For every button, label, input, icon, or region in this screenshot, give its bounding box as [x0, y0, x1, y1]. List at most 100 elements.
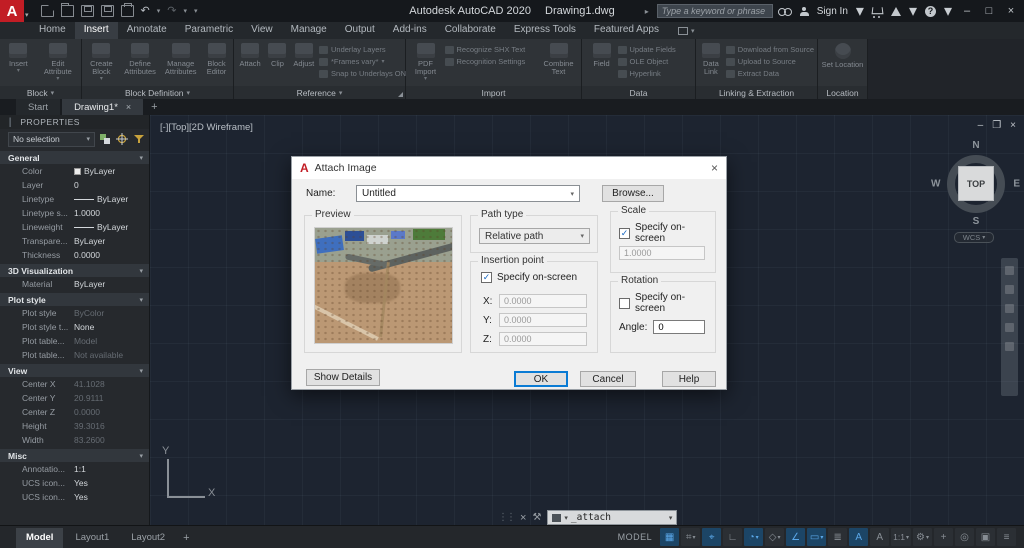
layout-tab-model[interactable]: Model	[16, 528, 63, 548]
new-file-icon[interactable]	[41, 5, 54, 17]
minimize-button[interactable]: –	[960, 5, 974, 17]
compass-south[interactable]: S	[973, 216, 980, 227]
z-input[interactable]: 0.0000	[499, 332, 587, 346]
tab-manage[interactable]: Manage	[282, 22, 336, 39]
prop-row-height[interactable]: Height 39.3016	[0, 419, 149, 433]
prop-row-plot-table-type[interactable]: Plot table... Not available	[0, 348, 149, 362]
command-line-grip[interactable]: ⋮⋮	[498, 512, 514, 523]
tab-express-tools[interactable]: Express Tools	[505, 22, 585, 39]
ortho-mode-toggle[interactable]: ∟	[723, 528, 742, 546]
doc-restore-button[interactable]: ❐	[992, 121, 1001, 131]
open-file-icon[interactable]	[61, 5, 74, 17]
manage-attributes-button[interactable]: Manage Attributes	[161, 41, 200, 86]
prop-row-material[interactable]: Material ByLayer	[0, 277, 149, 291]
panel-label-data[interactable]: Data	[582, 86, 695, 99]
tab-output[interactable]: Output	[336, 22, 384, 39]
tab-collaborate[interactable]: Collaborate	[436, 22, 505, 39]
define-attributes-button[interactable]: Define Attributes	[121, 41, 160, 86]
viewport-controls[interactable]: [-][Top][2D Wireframe]	[160, 122, 253, 133]
doc-close-button[interactable]: ×	[1010, 121, 1016, 131]
y-input[interactable]: 0.0000	[499, 313, 587, 327]
app-store-cart-icon[interactable]	[872, 7, 883, 16]
redo-icon[interactable]: ↷	[167, 6, 176, 17]
help-caret-icon[interactable]: ▾	[944, 1, 952, 21]
prop-row-color[interactable]: Color ByLayer	[0, 164, 149, 178]
name-dropdown[interactable]: Untitled ▾	[356, 185, 580, 202]
help-icon[interactable]: ?	[925, 6, 936, 17]
app-menu-caret-icon[interactable]: ▾	[25, 11, 29, 19]
panel-label-block-definition[interactable]: Block Definition ▾	[82, 86, 233, 99]
compass-west[interactable]: W	[931, 179, 940, 190]
ok-button[interactable]: OK	[514, 371, 568, 387]
dialog-launcher-icon[interactable]	[398, 92, 403, 97]
sign-in-caret-icon[interactable]: ▾	[856, 1, 864, 21]
dialog-title-bar[interactable]: A Attach Image ×	[292, 157, 726, 179]
recognition-settings-button[interactable]: Recognition Settings	[445, 57, 537, 66]
command-close-icon[interactable]: ×	[520, 512, 526, 524]
wcs-menu[interactable]: WCS ▾	[954, 232, 994, 243]
section-misc[interactable]: Misc ▾	[0, 449, 149, 462]
plot-icon[interactable]	[121, 5, 134, 17]
prop-row-linetype[interactable]: Linetype ByLayer	[0, 192, 149, 206]
undo-caret-icon[interactable]: ▾	[157, 7, 161, 15]
tab-annotate[interactable]: Annotate	[118, 22, 176, 39]
hyperlink-button[interactable]: Hyperlink	[618, 69, 690, 78]
layout-tab-layout2[interactable]: Layout2	[121, 528, 175, 548]
insert-button[interactable]: Insert ▾	[2, 41, 35, 86]
command-input[interactable]: ▾ _attach ▾	[547, 510, 677, 525]
field-button[interactable]: Field	[588, 41, 616, 86]
tab-insert[interactable]: Insert	[75, 22, 118, 39]
attach-button[interactable]: Attach	[236, 41, 264, 86]
workspace-switching-button[interactable]: ⚙▾	[913, 528, 932, 546]
app-caret-icon[interactable]: ▾	[909, 1, 917, 21]
undo-icon[interactable]: ↶	[141, 6, 150, 17]
isometric-drafting-toggle[interactable]: ◇▾	[765, 528, 784, 546]
insertion-specify-checkbox[interactable]: ✓ Specify on-screen	[481, 272, 577, 283]
maximize-button[interactable]: □	[982, 5, 996, 17]
scale-input[interactable]: 1.0000	[619, 246, 705, 260]
clean-screen-button[interactable]: ≡	[997, 528, 1016, 546]
section-plot-style[interactable]: Plot style ▾	[0, 293, 149, 306]
pdf-import-button[interactable]: PDF Import ▾	[409, 41, 443, 86]
tab-featured-apps[interactable]: Featured Apps	[585, 22, 668, 39]
zoom-icon[interactable]	[1005, 304, 1014, 313]
new-layout-button[interactable]: +	[177, 528, 195, 548]
sign-in-label[interactable]: Sign In	[817, 6, 848, 17]
prop-row-thickness[interactable]: Thickness 0.0000	[0, 248, 149, 262]
quick-select-icon[interactable]	[133, 133, 145, 145]
prop-row-plot-style-table[interactable]: Plot style t... None	[0, 320, 149, 334]
upload-to-source-button[interactable]: Upload to Source	[726, 57, 815, 66]
autoscale-toggle[interactable]: A	[870, 528, 889, 546]
toggle-pickadd-icon[interactable]	[99, 133, 111, 145]
prop-row-ucs-icon-on[interactable]: UCS icon... Yes	[0, 476, 149, 490]
viewcube-top-face[interactable]: TOP	[958, 166, 994, 201]
snap-to-underlays-button[interactable]: Snap to Underlays ON ▾	[319, 69, 403, 78]
prop-row-annotation-scale[interactable]: Annotatio... 1:1	[0, 462, 149, 476]
underlay-layers-button[interactable]: Underlay Layers	[319, 45, 403, 54]
navigation-bar[interactable]	[1001, 258, 1018, 396]
data-link-button[interactable]: Data Link	[698, 41, 724, 86]
angle-input[interactable]: 0	[653, 320, 705, 334]
prop-row-center-y[interactable]: Center Y 20.9111	[0, 391, 149, 405]
panel-label-location[interactable]: Location	[818, 86, 867, 99]
adjust-button[interactable]: Adjust	[291, 41, 317, 86]
search-expand-icon[interactable]: ▸	[645, 7, 649, 16]
ribbon-display-toggle[interactable]: ▾	[678, 22, 695, 39]
object-snap-toggle[interactable]: ▭▾	[807, 528, 826, 546]
file-tab-drawing1[interactable]: Drawing1* ×	[62, 99, 143, 115]
orbit-icon[interactable]	[1005, 323, 1014, 332]
snap-mode-toggle[interactable]: ⌗▾	[681, 528, 700, 546]
polar-tracking-toggle[interactable]: ◔▾	[744, 528, 763, 546]
redo-caret-icon[interactable]: ▾	[183, 7, 187, 15]
prop-row-center-z[interactable]: Center Z 0.0000	[0, 405, 149, 419]
file-tab-start[interactable]: Start	[16, 99, 60, 115]
prop-row-ucs-icon-origin[interactable]: UCS icon... Yes	[0, 490, 149, 504]
prop-row-linetype-scale[interactable]: Linetype s... 1.0000	[0, 206, 149, 220]
autodesk-app-icon[interactable]	[891, 7, 901, 16]
panel-label-block[interactable]: Block ▾	[0, 86, 81, 99]
compass-north[interactable]: N	[972, 140, 979, 151]
prop-row-width[interactable]: Width 83.2600	[0, 433, 149, 447]
command-customize-icon[interactable]: ⚒	[532, 512, 541, 523]
scale-specify-checkbox[interactable]: ✓ Specify on-screen	[619, 222, 715, 244]
show-details-button[interactable]: Show Details	[306, 369, 380, 386]
